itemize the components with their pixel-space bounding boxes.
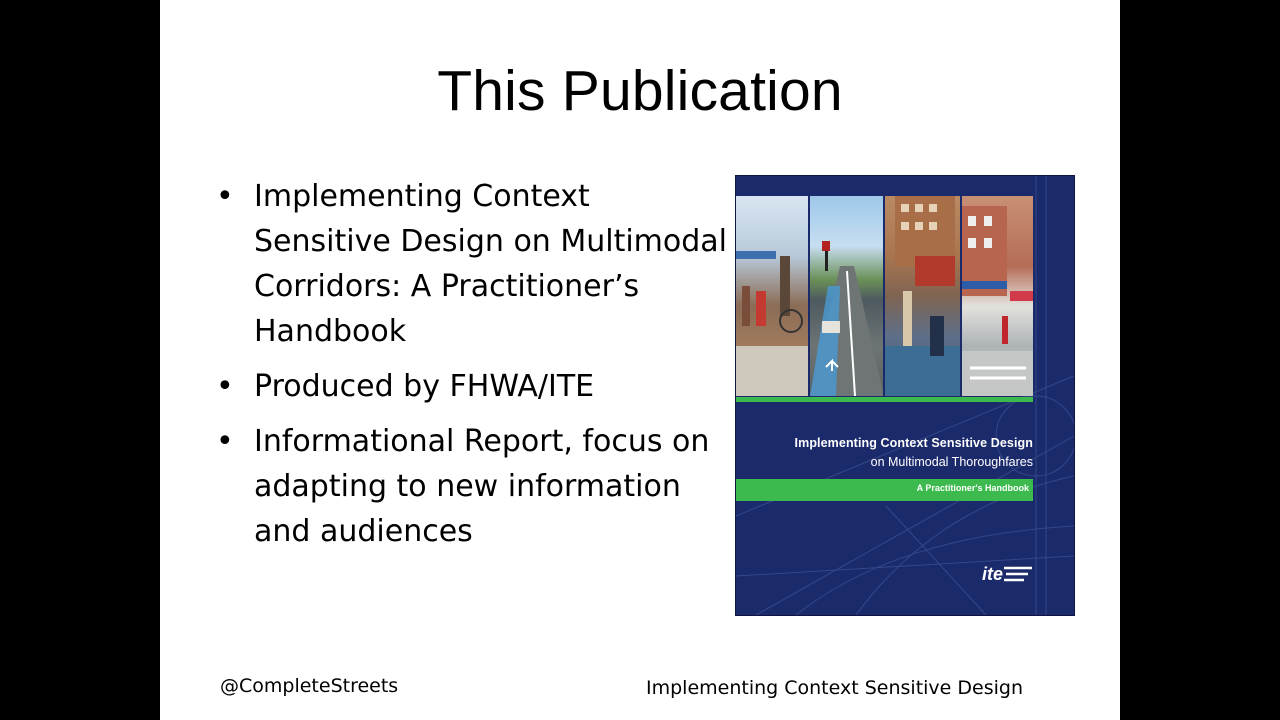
slide: This Publication • Implementing Context …	[160, 0, 1120, 720]
footer-title: Implementing Context Sensitive Design	[646, 677, 1023, 699]
cover-photo-strip	[736, 196, 1034, 396]
bullet-item: • Produced by FHWA/ITE	[216, 364, 736, 409]
bullet-item: • Implementing Context Sensitive Design …	[216, 174, 736, 354]
bullet-item: • Informational Report, focus on adaptin…	[216, 419, 736, 554]
ite-logo-icon: ite	[982, 564, 1032, 584]
cover-handbook-band: A Practitioner's Handbook	[736, 479, 1033, 501]
cover-photo-corner	[961, 196, 1034, 396]
bullet-dot-icon: •	[216, 179, 234, 214]
cover-green-divider	[736, 397, 1033, 402]
bullet-list: • Implementing Context Sensitive Design …	[216, 174, 736, 564]
cover-title: Implementing Context Sensitive Design	[794, 436, 1033, 450]
cover-photo-sidewalk	[736, 196, 810, 396]
svg-text:ite: ite	[982, 564, 1003, 584]
bullet-text: Informational Report, focus on adapting …	[254, 424, 710, 549]
slide-title: This Publication	[437, 59, 843, 123]
bullet-dot-icon: •	[216, 369, 234, 404]
bullet-text: Produced by FHWA/ITE	[254, 369, 595, 404]
cover-band-text: A Practitioner's Handbook	[916, 483, 1029, 493]
footer-handle: @CompleteStreets	[220, 675, 399, 697]
cover-photo-street	[809, 196, 886, 396]
cover-subtitle: on Multimodal Thoroughfares	[870, 455, 1033, 469]
bullet-text: Implementing Context Sensitive Design on…	[254, 179, 728, 349]
book-cover-image: Implementing Context Sensitive Design on…	[735, 175, 1075, 616]
cover-photo-plaza	[885, 196, 962, 396]
bullet-dot-icon: •	[216, 424, 234, 459]
